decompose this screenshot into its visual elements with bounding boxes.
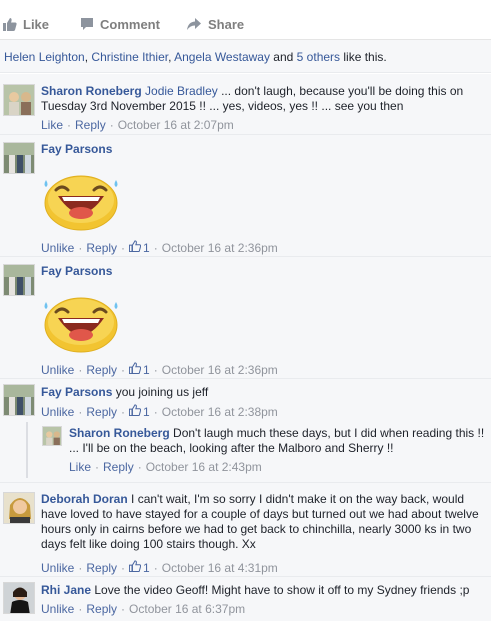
like-action-button[interactable]: Like	[3, 15, 49, 33]
comment-author[interactable]: Rhi Jane	[41, 583, 91, 597]
avatar[interactable]	[3, 492, 35, 524]
comment-like-count[interactable]: 1	[128, 560, 150, 575]
avatar[interactable]	[3, 384, 35, 416]
thumbs-up-outline-icon	[128, 362, 142, 377]
unlike-link[interactable]: Unlike	[41, 602, 74, 616]
laughing-sticker	[40, 170, 122, 232]
comment-timestamp[interactable]: October 16 at 2:07pm	[118, 118, 234, 132]
comment-timestamp[interactable]: October 16 at 2:38pm	[162, 405, 278, 419]
comment-item: Fay Parsons Unlike · Reply · 1 · October 16 at…	[0, 134, 491, 256]
comment-action-label: Comment	[100, 16, 160, 32]
liker-link-3[interactable]: Angela Westaway	[174, 50, 270, 64]
likes-summary: Helen Leighton, Christine Ithier, Angela…	[0, 40, 491, 73]
comment-item: Fay Parsons you joining us jeff Unlike · R…	[0, 378, 491, 422]
comment-body: Fay Parsons	[41, 142, 112, 157]
comment-body: Deborah Doran I can't wait, I'm so sorry…	[41, 492, 485, 552]
like-link[interactable]: Like	[41, 118, 63, 132]
comment-like-count[interactable]: 1	[128, 362, 150, 377]
comment-timestamp[interactable]: October 16 at 2:36pm	[162, 241, 278, 255]
likes-and: and	[269, 50, 297, 64]
reply-link[interactable]: Reply	[86, 363, 117, 377]
comment-author[interactable]: Sharon Roneberg	[41, 84, 142, 98]
comment-timestamp[interactable]: October 16 at 6:37pm	[129, 602, 245, 616]
avatar[interactable]	[3, 582, 35, 614]
like-count-value: 1	[143, 362, 150, 377]
comment-item: Deborah Doran I can't wait, I'm so sorry…	[0, 482, 491, 576]
like-count-value: 1	[143, 240, 150, 255]
thumbs-up-outline-icon	[128, 240, 142, 255]
comment-meta: Unlike · Reply · 1 · October 16 at 2:36pm	[41, 240, 278, 255]
comment-author[interactable]: Fay Parsons	[41, 264, 112, 278]
comment-meta: Unlike · Reply · 1 · October 16 at 4:31pm	[41, 560, 278, 575]
liker-link-1[interactable]: Helen Leighton	[4, 50, 85, 64]
share-arrow-icon	[186, 17, 202, 31]
thumbs-up-icon	[3, 17, 17, 31]
like-link[interactable]: Like	[69, 460, 91, 474]
comment-body: Sharon Roneberg Don't laugh much these d…	[69, 426, 485, 456]
unlike-link[interactable]: Unlike	[41, 241, 74, 255]
comment-body: Fay Parsons	[41, 264, 112, 279]
comment-body: Rhi Jane Love the video Geoff! Might hav…	[41, 583, 485, 598]
like-count-value: 1	[143, 560, 150, 575]
reply-link[interactable]: Reply	[86, 561, 117, 575]
thumbs-up-outline-icon	[128, 560, 142, 575]
reply-item: Sharon Roneberg Don't laugh much these d…	[0, 422, 491, 478]
likes-tail: like this.	[340, 50, 387, 64]
comment-item: Sharon Roneberg Jodie Bradley ... don't …	[0, 74, 491, 132]
reply-link[interactable]: Reply	[86, 602, 117, 616]
comment-like-count[interactable]: 1	[128, 240, 150, 255]
comment-author[interactable]: Fay Parsons	[41, 142, 112, 156]
comment-text: you joining us jeff	[112, 385, 209, 399]
comment-action-button[interactable]: Comment	[80, 15, 160, 33]
comment-meta: Unlike · Reply · 1 · October 16 at 2:38pm	[41, 404, 278, 419]
thumbs-up-outline-icon	[128, 404, 142, 419]
comment-timestamp[interactable]: October 16 at 2:36pm	[162, 363, 278, 377]
comment-timestamp[interactable]: October 16 at 4:31pm	[162, 561, 278, 575]
avatar[interactable]	[42, 426, 62, 446]
post-action-bar: Like Comment Share	[0, 0, 491, 40]
comment-meta: Like · Reply · October 16 at 2:43pm	[69, 460, 262, 474]
laughing-sticker	[40, 292, 122, 354]
avatar[interactable]	[3, 84, 35, 116]
comment-body: Fay Parsons you joining us jeff	[41, 385, 208, 400]
share-action-label: Share	[208, 16, 245, 32]
unlike-link[interactable]: Unlike	[41, 405, 74, 419]
reply-link[interactable]: Reply	[86, 241, 117, 255]
comment-author[interactable]: Deborah Doran	[41, 492, 128, 506]
comment-meta: Unlike · Reply · October 16 at 6:37pm	[41, 602, 246, 616]
comment-author[interactable]: Sharon Roneberg	[69, 426, 170, 440]
comment-mention[interactable]: Jodie Bradley	[145, 84, 218, 98]
unlike-link[interactable]: Unlike	[41, 363, 74, 377]
comment-meta: Unlike · Reply · 1 · October 16 at 2:36pm	[41, 362, 278, 377]
comment-author[interactable]: Fay Parsons	[41, 385, 112, 399]
comment-item: Fay Parsons Unlike · Reply · 1 · October 16 at…	[0, 256, 491, 378]
avatar[interactable]	[3, 142, 35, 174]
comment-text: Love the video Geoff! Might have to show…	[91, 583, 470, 597]
share-action-button[interactable]: Share	[186, 15, 244, 33]
liker-link-2[interactable]: Christine Ithier	[91, 50, 168, 64]
like-action-label: Like	[23, 16, 50, 32]
comment-meta: Like · Reply · October 16 at 2:07pm	[41, 118, 234, 132]
reply-link[interactable]: Reply	[75, 118, 106, 132]
comment-timestamp[interactable]: October 16 at 2:43pm	[146, 460, 262, 474]
reply-link[interactable]: Reply	[103, 460, 134, 474]
comment-body: Sharon Roneberg Jodie Bradley ... don't …	[41, 84, 481, 114]
avatar[interactable]	[3, 264, 35, 296]
comment-icon	[80, 17, 94, 31]
comment-item: Rhi Jane Love the video Geoff! Might hav…	[0, 576, 491, 621]
comment-like-count[interactable]: 1	[128, 404, 150, 419]
like-count-value: 1	[143, 404, 150, 419]
reply-link[interactable]: Reply	[86, 405, 117, 419]
likes-others-link[interactable]: 5 others	[297, 50, 340, 64]
unlike-link[interactable]: Unlike	[41, 561, 74, 575]
